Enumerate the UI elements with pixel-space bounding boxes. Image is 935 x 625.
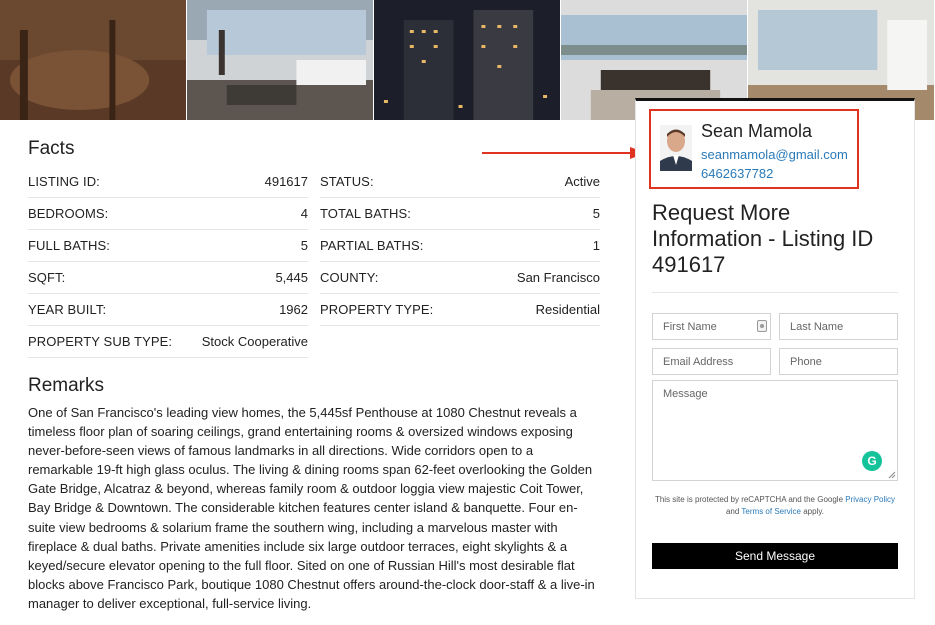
privacy-policy-link[interactable]: Privacy Policy xyxy=(845,495,895,504)
fact-status: STATUS: Active xyxy=(320,166,600,198)
phone-input[interactable] xyxy=(779,348,898,375)
last-name-input[interactable] xyxy=(779,313,898,340)
fact-county: COUNTY: San Francisco xyxy=(320,262,600,294)
terms-of-service-link[interactable]: Terms of Service xyxy=(741,507,801,516)
send-message-button[interactable]: Send Message xyxy=(652,543,898,569)
request-info-heading: Request More Information - Listing ID 49… xyxy=(652,200,874,277)
recaptcha-notice: This site is protected by reCAPTCHA and … xyxy=(654,495,896,516)
contact-card-icon xyxy=(757,320,767,332)
first-name-input[interactable] xyxy=(652,313,771,340)
facts-heading: Facts xyxy=(28,138,75,159)
fact-listing-id: LISTING ID: 491617 xyxy=(28,166,308,198)
resize-grip-icon[interactable] xyxy=(888,471,896,479)
listing-photo-1[interactable] xyxy=(0,0,187,120)
fact-sqft: SQFT: 5,445 xyxy=(28,262,308,294)
remarks-text: One of San Francisco's leading view home… xyxy=(28,405,595,611)
agent-phone-link[interactable]: 6462637782 xyxy=(701,166,773,181)
fact-property-sub-type: PROPERTY SUB TYPE: Stock Cooperative xyxy=(28,326,308,358)
agent-card: Sean Mamola seanmamola@gmail.com 6462637… xyxy=(649,109,859,189)
fact-total-baths: TOTAL BATHS: 5 xyxy=(320,198,600,230)
fact-bedrooms: BEDROOMS: 4 xyxy=(28,198,308,230)
facts-table: LISTING ID: 491617 STATUS: Active BEDROOMS… xyxy=(28,166,600,358)
annotation-arrow-icon xyxy=(482,147,646,159)
fact-property-type: PROPERTY TYPE: Residential xyxy=(320,294,600,326)
grammarly-icon[interactable]: G xyxy=(862,451,882,471)
listing-photo-3[interactable] xyxy=(374,0,561,120)
message-textarea[interactable] xyxy=(652,380,898,481)
listing-photo-2[interactable] xyxy=(187,0,374,120)
agent-email-link[interactable]: seanmamola@gmail.com xyxy=(701,147,848,162)
fact-partial-baths: PARTIAL BATHS: 1 xyxy=(320,230,600,262)
fact-full-baths: FULL BATHS: 5 xyxy=(28,230,308,262)
remarks-heading: Remarks xyxy=(28,375,105,396)
divider xyxy=(652,292,898,293)
fact-year-built: YEAR BUILT: 1962 xyxy=(28,294,308,326)
email-input[interactable] xyxy=(652,348,771,375)
agent-avatar xyxy=(660,125,692,171)
agent-name: Sean Mamola xyxy=(701,121,813,141)
